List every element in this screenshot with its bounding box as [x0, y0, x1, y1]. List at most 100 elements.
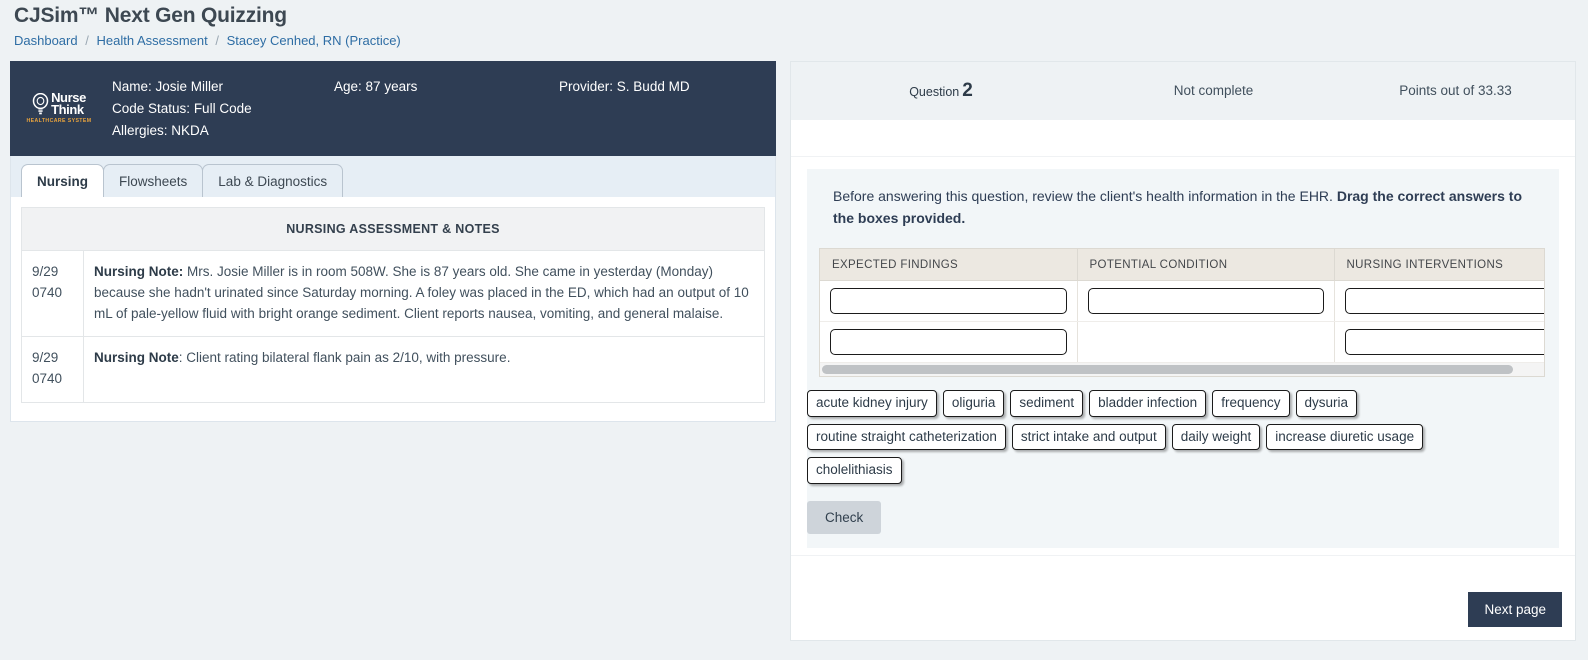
- patient-provider-field: Provider: S. Budd MD: [559, 79, 799, 94]
- patient-age-value: 87 years: [365, 78, 418, 94]
- patient-provider-value: S. Budd MD: [616, 78, 690, 94]
- note-date: 9/29: [32, 350, 59, 366]
- note-label: Nursing Note:: [94, 263, 184, 279]
- drop-slot[interactable]: [830, 288, 1067, 315]
- table-row: [820, 280, 1544, 323]
- patient-code-status-field: Code Status: Full Code: [112, 101, 334, 116]
- check-button[interactable]: Check: [807, 500, 882, 534]
- patient-provider-label: Provider:: [559, 78, 614, 94]
- patient-code-status-label: Code Status:: [112, 100, 191, 116]
- question-prompt: Before answering this question, review t…: [807, 185, 1559, 230]
- chip-frequency[interactable]: frequency: [1212, 390, 1290, 417]
- chip-acute-kidney-injury[interactable]: acute kidney injury: [807, 390, 937, 417]
- drop-cell-nursing-interventions-1[interactable]: [1334, 280, 1544, 323]
- patient-name-field: Name: Josie Miller: [112, 79, 334, 94]
- breadcrumb-link-practice-user[interactable]: Stacey Cenhed, RN (Practice): [227, 33, 401, 48]
- breadcrumb-link-dashboard[interactable]: Dashboard: [14, 33, 78, 48]
- patient-age-field: Age: 87 years: [334, 79, 559, 94]
- patient-banner-row: Code Status: Full Code: [112, 101, 799, 116]
- next-page-button[interactable]: Next page: [1468, 591, 1562, 627]
- drop-cell-expected-findings-1[interactable]: [820, 280, 1078, 323]
- note-time: 0740: [32, 284, 63, 300]
- tab-lab-diagnostics[interactable]: Lab & Diagnostics: [202, 163, 344, 197]
- question-column: Question 2 Not complete Points out of 33.…: [790, 49, 1576, 641]
- drop-slot[interactable]: [830, 329, 1067, 356]
- drag-drop-scroll-area[interactable]: EXPECTED FINDINGS POTENTIAL CONDITION NU…: [820, 249, 1544, 364]
- patient-name-value: Josie Miller: [155, 78, 224, 94]
- nursing-notes-header: NURSING ASSESSMENT & NOTES: [21, 207, 765, 251]
- ehr-tabs: Nursing Flowsheets Lab & Diagnostics: [21, 163, 765, 197]
- page-title: CJSim™ Next Gen Quizzing: [14, 4, 287, 27]
- breadcrumb-separator: /: [85, 33, 89, 49]
- patient-code-status-value: Full Code: [193, 100, 252, 116]
- note-date: 9/29: [32, 263, 59, 279]
- lightbulb-icon: [32, 93, 49, 115]
- breadcrumb: Dashboard / Health Assessment / Stacey C…: [14, 33, 1574, 49]
- draggable-answer-chips: acute kidney injury oliguria sediment bl…: [807, 390, 1467, 484]
- question-panel: Question 2 Not complete Points out of 33.…: [790, 60, 1576, 641]
- column-header-nursing-interventions: NURSING INTERVENTIONS: [1334, 249, 1544, 282]
- ehr-column: Nurse Think HEALTHCARE SYSTEM Name: Josi…: [10, 49, 776, 423]
- table-row: [820, 321, 1544, 364]
- drop-slot[interactable]: [1344, 288, 1544, 315]
- tab-flowsheets[interactable]: Flowsheets: [103, 163, 204, 197]
- note-time: 0740: [32, 371, 63, 387]
- drag-drop-table-wrapper: EXPECTED FINDINGS POTENTIAL CONDITION NU…: [819, 248, 1545, 378]
- chip-daily-weight[interactable]: daily weight: [1171, 423, 1261, 451]
- logo-word-think: Think: [51, 102, 84, 118]
- note-text: Mrs. Josie Miller is in room 508W. She i…: [94, 263, 749, 321]
- note-timestamp: 9/29 0740: [21, 336, 84, 403]
- page-header: CJSim™ Next Gen Quizzing Dashboard / Hea…: [0, 0, 1588, 49]
- question-body: Before answering this question, review t…: [791, 156, 1575, 640]
- chip-cholelithiasis[interactable]: cholelithiasis: [807, 457, 902, 484]
- question-header-divider: [791, 119, 1575, 157]
- drop-cell-potential-condition-2: [1077, 321, 1335, 364]
- drop-slot[interactable]: [1344, 329, 1544, 356]
- column-header-expected-findings: EXPECTED FINDINGS: [820, 249, 1078, 282]
- question-content: Before answering this question, review t…: [807, 168, 1559, 548]
- chip-strict-intake-and-output[interactable]: strict intake and output: [1011, 423, 1166, 451]
- note-body: Nursing Note: Client rating bilateral fl…: [83, 336, 765, 403]
- patient-name-label: Name:: [112, 78, 152, 94]
- chip-dysuria[interactable]: dysuria: [1295, 390, 1358, 417]
- patient-banner-fields: Name: Josie Miller Age: 87 years Provide…: [98, 79, 799, 138]
- note-label: Nursing Note: [94, 350, 179, 366]
- chip-bladder-infection[interactable]: bladder infection: [1089, 390, 1207, 417]
- breadcrumb-link-health-assessment[interactable]: Health Assessment: [96, 33, 207, 48]
- note-timestamp: 9/29 0740: [21, 249, 84, 337]
- patient-banner-row: Name: Josie Miller Age: 87 years Provide…: [112, 79, 799, 94]
- drop-cell-nursing-interventions-2[interactable]: [1334, 321, 1544, 364]
- chip-routine-straight-catheterization[interactable]: routine straight catheterization: [807, 423, 1006, 451]
- breadcrumb-separator: /: [215, 33, 220, 49]
- question-header: Question 2 Not complete Points out of 33.…: [791, 61, 1575, 120]
- patient-banner-row: Allergies: NKDA: [112, 123, 799, 138]
- drop-cell-expected-findings-2[interactable]: [820, 321, 1078, 364]
- patient-allergies-label: Allergies:: [112, 122, 168, 138]
- drop-slot[interactable]: [1087, 288, 1324, 315]
- chip-increase-diuretic-usage[interactable]: increase diuretic usage: [1266, 423, 1424, 451]
- next-page-wrapper: Next page: [1468, 591, 1562, 627]
- patient-allergies-field: Allergies: NKDA: [112, 123, 334, 138]
- chip-sediment[interactable]: sediment: [1010, 390, 1084, 417]
- question-prompt-plain: Before answering this question, review t…: [833, 187, 1337, 204]
- note-text: : Client rating bilateral flank pain as …: [178, 350, 511, 366]
- patient-age-label: Age:: [334, 78, 362, 94]
- main-columns: Nurse Think HEALTHCARE SYSTEM Name: Josi…: [0, 49, 1588, 641]
- drop-cell-potential-condition-1[interactable]: [1077, 280, 1335, 323]
- patient-banner: Nurse Think HEALTHCARE SYSTEM Name: Josi…: [10, 60, 776, 156]
- nursing-notes-card: NURSING ASSESSMENT & NOTES 9/29 0740 Nur…: [10, 196, 776, 423]
- note-body: Nursing Note: Mrs. Josie Miller is in ro…: [83, 249, 765, 337]
- nursethink-logo: Nurse Think HEALTHCARE SYSTEM: [20, 91, 98, 125]
- scrollbar-thumb[interactable]: [822, 365, 1514, 375]
- question-status: Not complete: [1173, 83, 1254, 99]
- drag-table-header-row: EXPECTED FINDINGS POTENTIAL CONDITION NU…: [820, 249, 1544, 282]
- question-number-label: Question: [909, 84, 960, 99]
- patient-allergies-value: NKDA: [171, 122, 209, 138]
- table-header-row: NURSING ASSESSMENT & NOTES: [21, 207, 765, 251]
- tab-nursing[interactable]: Nursing: [21, 163, 105, 197]
- drag-drop-table: EXPECTED FINDINGS POTENTIAL CONDITION NU…: [820, 249, 1544, 364]
- horizontal-scrollbar[interactable]: [820, 363, 1544, 377]
- chip-oliguria[interactable]: oliguria: [942, 390, 1005, 417]
- question-number-value: 2: [962, 79, 973, 101]
- column-header-potential-condition: POTENTIAL CONDITION: [1077, 249, 1335, 282]
